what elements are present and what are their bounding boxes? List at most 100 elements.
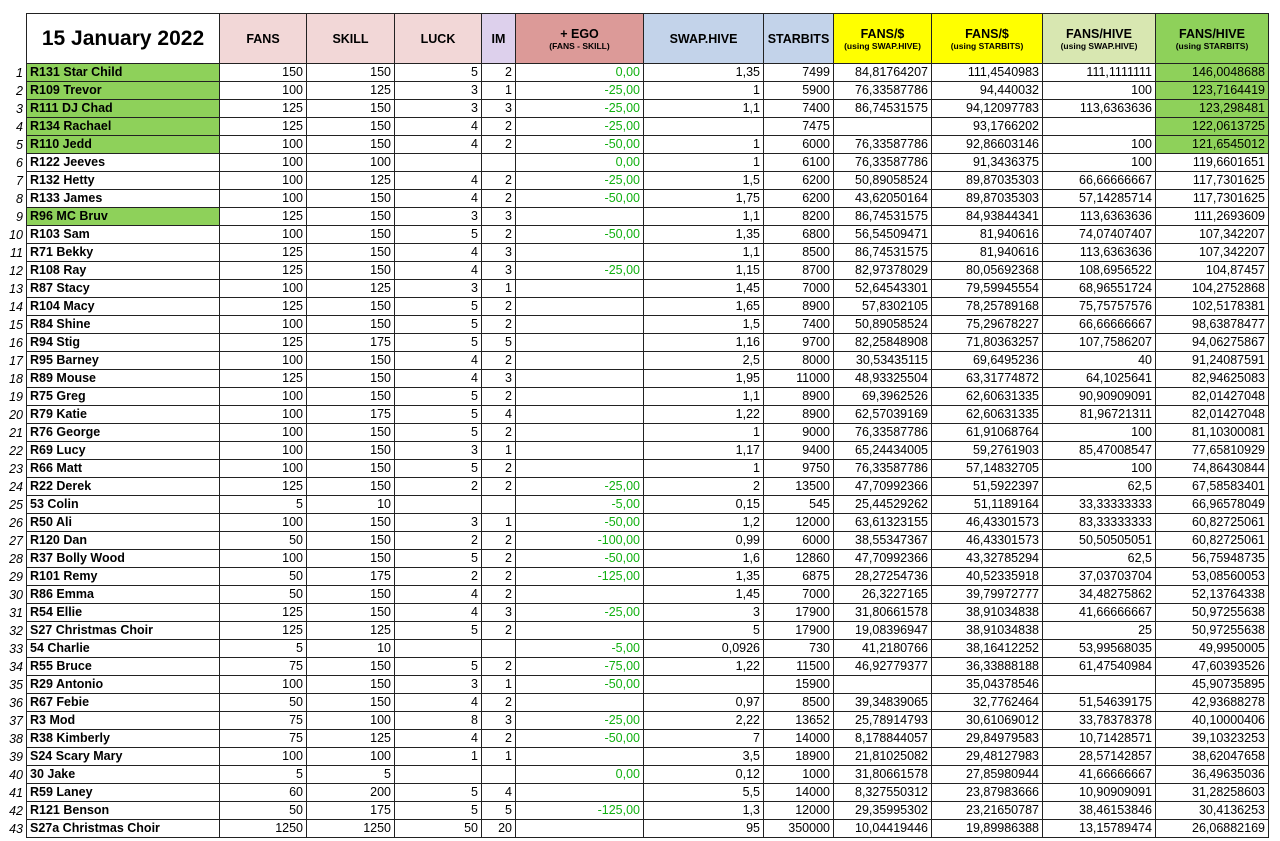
cell-luck: 5 — [394, 549, 482, 568]
cell-luck: 4 — [394, 135, 482, 154]
cell-fans-usd-swap: 84,81764207 — [833, 63, 932, 82]
row-number: 15 — [9, 317, 23, 332]
cell-fans-hive-star: 77,65810929 — [1155, 441, 1269, 460]
cell-luck: 3 — [394, 675, 482, 694]
cell-fans-usd-star: 62,60631335 — [931, 405, 1043, 424]
cell-swap-hive — [643, 675, 764, 694]
cell-fans-usd-star: 38,91034838 — [931, 603, 1043, 622]
cell-fans-usd-swap: 41,2180766 — [833, 639, 932, 658]
cell-starbits: 9000 — [763, 423, 834, 442]
header-fans-usd-swap: FANS/$ (using SWAP.HIVE) — [833, 13, 932, 64]
cell-starbits: 6200 — [763, 171, 834, 190]
cell-ego — [515, 279, 644, 298]
table-row: R89 Mouse 125 150 4 3 1,95 11000 48,93325504 63,… — [26, 369, 1269, 388]
cell-im: 2 — [481, 531, 516, 550]
header-swap-hive: SWAP.HIVE — [643, 13, 764, 64]
cell-im: 2 — [481, 315, 516, 334]
cell-fans-hive-swap: 107,7586207 — [1042, 333, 1156, 352]
cell-swap-hive: 0,0926 — [643, 639, 764, 658]
cell-ego: -25,00 — [515, 81, 644, 100]
cell-skill: 150 — [306, 531, 395, 550]
cell-name: R29 Antonio — [26, 675, 220, 694]
cell-fans-hive-swap: 53,99568035 — [1042, 639, 1156, 658]
cell-fans-usd-star: 38,91034838 — [931, 621, 1043, 640]
cell-luck — [394, 153, 482, 172]
row-number: 28 — [9, 551, 23, 566]
cell-starbits: 8700 — [763, 261, 834, 280]
cell-skill: 150 — [306, 549, 395, 568]
cell-im: 1 — [481, 279, 516, 298]
cell-fans-hive-swap: 100 — [1042, 153, 1156, 172]
cell-fans: 100 — [219, 315, 307, 334]
cell-name: R69 Lucy — [26, 441, 220, 460]
table-row: R22 Derek 125 150 2 2 -25,00 2 13500 47,70992366… — [26, 477, 1269, 496]
cell-fans-usd-star: 89,87035303 — [931, 189, 1043, 208]
cell-skill: 200 — [306, 783, 395, 802]
cell-fans-hive-swap: 100 — [1042, 459, 1156, 478]
table-row: R87 Stacy 100 125 3 1 1,45 7000 52,64543301 79,5… — [26, 279, 1269, 298]
table-row: R103 Sam 100 150 5 2 -50,00 1,35 6800 56,5450947… — [26, 225, 1269, 244]
cell-fans: 50 — [219, 585, 307, 604]
cell-skill: 175 — [306, 405, 395, 424]
cell-im: 3 — [481, 99, 516, 118]
cell-swap-hive: 1,45 — [643, 279, 764, 298]
cell-fans-hive-star: 123,7164419 — [1155, 81, 1269, 100]
row-number: 21 — [9, 425, 23, 440]
cell-ego: -50,00 — [515, 189, 644, 208]
cell-fans: 125 — [219, 333, 307, 352]
cell-name: R110 Jedd — [26, 135, 220, 154]
cell-fans: 75 — [219, 729, 307, 748]
table-row: R109 Trevor 100 125 3 1 -25,00 1 5900 76,3358778… — [26, 81, 1269, 100]
cell-name: R54 Ellie — [26, 603, 220, 622]
cell-fans-usd-swap: 28,27254736 — [833, 567, 932, 586]
row-number: 2 — [16, 83, 23, 98]
cell-swap-hive: 1,45 — [643, 585, 764, 604]
cell-skill: 150 — [306, 135, 395, 154]
cell-fans-hive-swap: 83,33333333 — [1042, 513, 1156, 532]
cell-fans-hive-swap: 33,78378378 — [1042, 711, 1156, 730]
cell-skill: 125 — [306, 171, 395, 190]
cell-fans-usd-star: 40,52335918 — [931, 567, 1043, 586]
cell-luck: 4 — [394, 729, 482, 748]
cell-skill: 150 — [306, 387, 395, 406]
cell-starbits: 5900 — [763, 81, 834, 100]
cell-name: R3 Mod — [26, 711, 220, 730]
cell-skill: 150 — [306, 477, 395, 496]
cell-fans: 50 — [219, 693, 307, 712]
cell-luck: 50 — [394, 819, 482, 838]
cell-fans-hive-star: 42,93688278 — [1155, 693, 1269, 712]
row-number: 25 — [9, 497, 23, 512]
cell-skill: 150 — [306, 657, 395, 676]
cell-ego: -25,00 — [515, 261, 644, 280]
cell-swap-hive: 1 — [643, 459, 764, 478]
cell-luck — [394, 639, 482, 658]
cell-fans: 1250 — [219, 819, 307, 838]
cell-im: 2 — [481, 549, 516, 568]
row-number: 4 — [16, 119, 23, 134]
cell-fans-hive-star: 117,7301625 — [1155, 189, 1269, 208]
cell-im: 2 — [481, 297, 516, 316]
cell-im: 3 — [481, 261, 516, 280]
cell-fans: 50 — [219, 801, 307, 820]
cell-fans-usd-star: 61,91068764 — [931, 423, 1043, 442]
cell-name: R122 Jeeves — [26, 153, 220, 172]
row-number: 11 — [10, 245, 23, 260]
cell-fans-hive-swap: 90,90909091 — [1042, 387, 1156, 406]
cell-fans: 125 — [219, 243, 307, 262]
cell-im — [481, 639, 516, 658]
cell-fans-hive-swap: 40 — [1042, 351, 1156, 370]
cell-fans-usd-star: 94,12097783 — [931, 99, 1043, 118]
cell-fans-usd-star: 30,61069012 — [931, 711, 1043, 730]
cell-fans-hive-swap: 51,54639175 — [1042, 693, 1156, 712]
cell-fans-usd-swap: 8,327550312 — [833, 783, 932, 802]
table-row: R38 Kimberly 75 125 4 2 -50,00 7 14000 8,1788440… — [26, 729, 1269, 748]
cell-luck: 5 — [394, 657, 482, 676]
cell-fans-usd-swap: 47,70992366 — [833, 477, 932, 496]
cell-swap-hive: 1,95 — [643, 369, 764, 388]
cell-name: R75 Greg — [26, 387, 220, 406]
cell-fans: 100 — [219, 387, 307, 406]
row-number: 17 — [9, 353, 23, 368]
cell-ego: -25,00 — [515, 171, 644, 190]
cell-fans-hive-swap: 111,1111111 — [1042, 63, 1156, 82]
header-fans-usd-swap-sub: (using SWAP.HIVE) — [844, 40, 921, 51]
